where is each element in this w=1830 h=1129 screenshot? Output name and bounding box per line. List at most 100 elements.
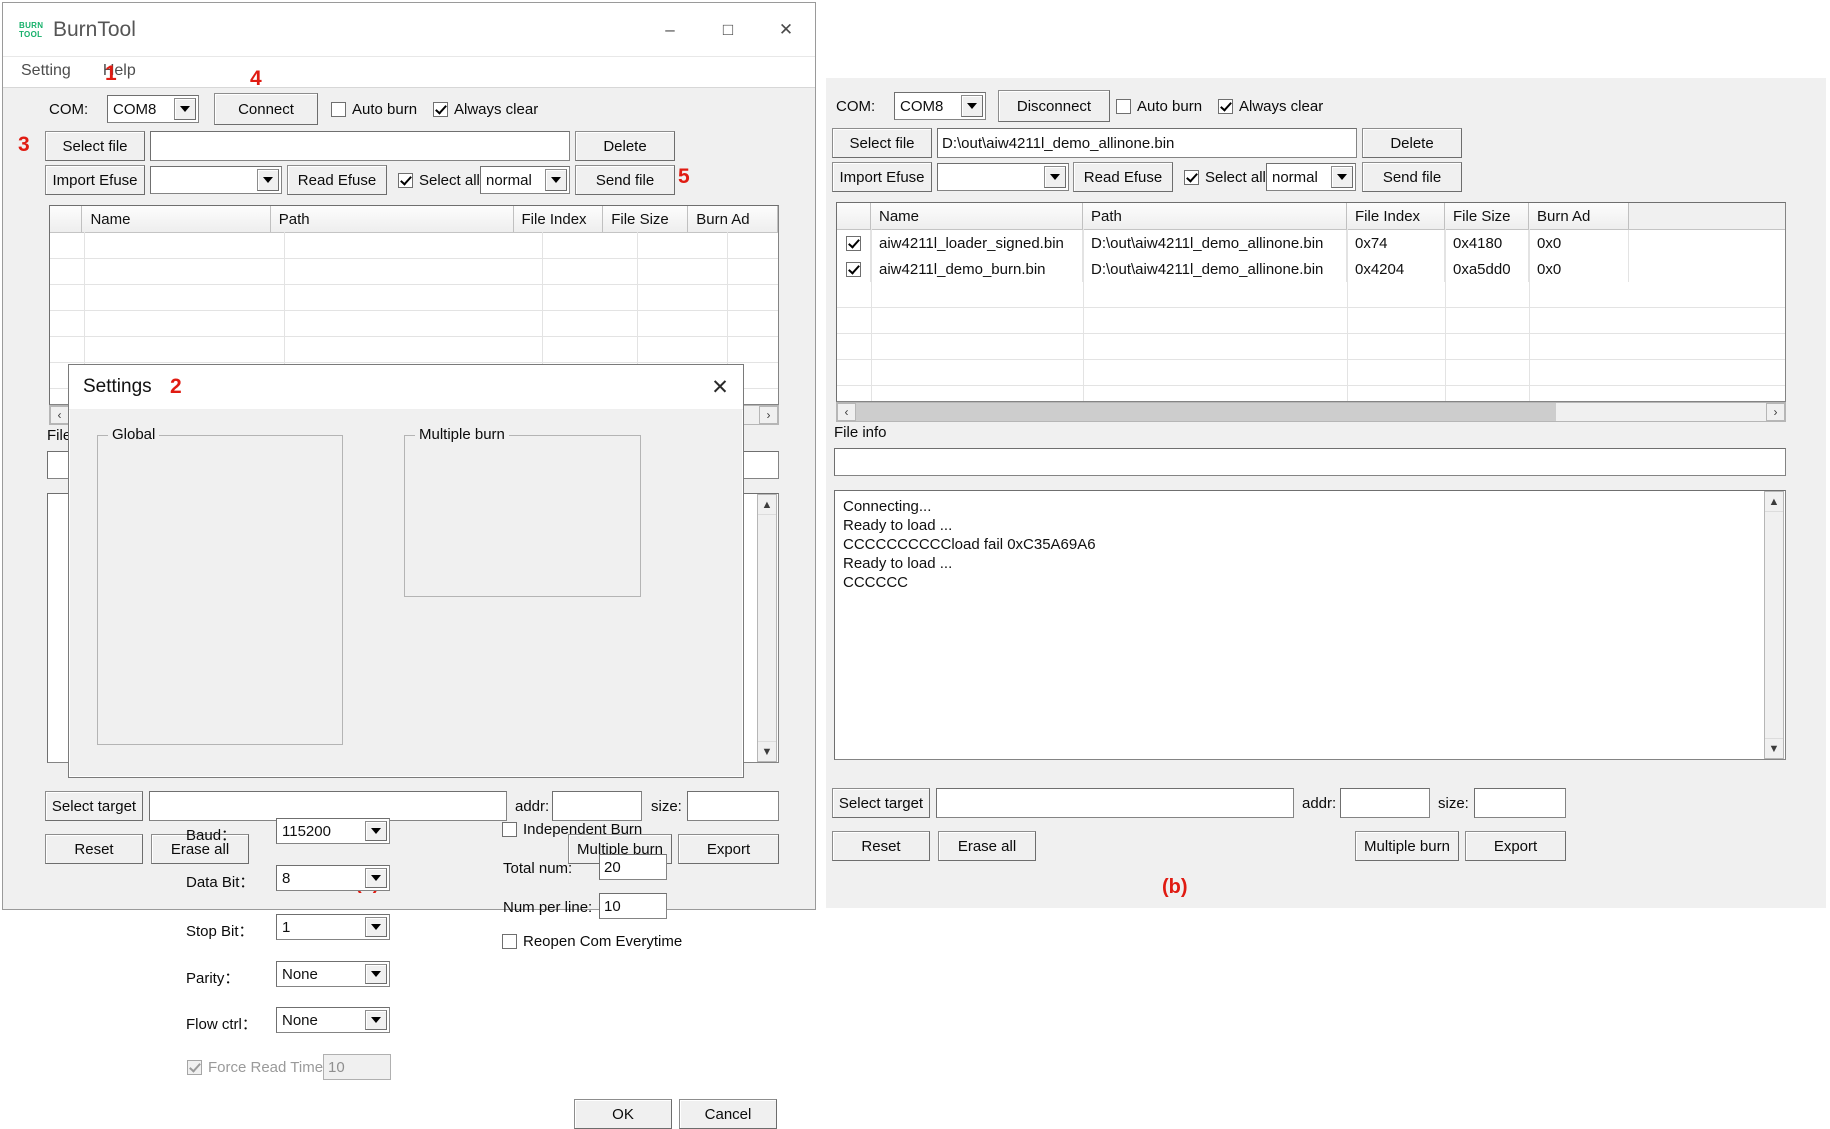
size-input-b[interactable] [1474, 788, 1566, 818]
file-path-input-b[interactable]: D:\out\aiw4211l_demo_allinone.bin [937, 128, 1357, 158]
delete-button-a[interactable]: Delete [575, 131, 675, 161]
reopen-com-checkbox[interactable]: Reopen Com Everytime [502, 933, 682, 950]
read-efuse-button-b[interactable]: Read Efuse [1073, 162, 1173, 192]
efuse-select-a[interactable] [150, 166, 282, 194]
row-checkbox-cell[interactable] [837, 256, 871, 282]
col-file-size-a[interactable]: File Size [603, 206, 688, 232]
erase-all-button-b[interactable]: Erase all [938, 831, 1036, 861]
chevron-down-icon[interactable] [1044, 166, 1066, 188]
chevron-down-icon[interactable] [545, 169, 567, 191]
com-port-select-a[interactable]: COM8 [107, 95, 199, 123]
log-scroll-up-b[interactable]: ▲ [1765, 492, 1783, 512]
efuse-select-b[interactable] [937, 163, 1069, 191]
disconnect-button-b[interactable]: Disconnect [998, 90, 1110, 122]
burn-mode-select-b[interactable]: normal [1266, 163, 1356, 191]
reset-button-b[interactable]: Reset [832, 831, 930, 861]
close-button[interactable]: ✕ [757, 3, 815, 56]
cancel-button[interactable]: Cancel [679, 1099, 777, 1129]
chevron-down-icon[interactable] [1331, 166, 1353, 188]
menu-item-setting[interactable]: Setting [15, 60, 83, 84]
file-path-input-a[interactable] [150, 131, 570, 161]
always-clear-checkbox-b[interactable]: Always clear [1218, 98, 1323, 115]
select-target-button-a[interactable]: Select target [45, 791, 143, 821]
always-clear-box-b[interactable] [1218, 99, 1233, 114]
send-file-button-a[interactable]: Send file [575, 165, 675, 195]
burn-mode-select-a[interactable]: normal [480, 166, 570, 194]
col-path-b[interactable]: Path [1083, 203, 1347, 229]
col-file-index-b[interactable]: File Index [1347, 203, 1445, 229]
col-burn-addr-b[interactable]: Burn Ad [1529, 203, 1629, 229]
log-scroll-up-a[interactable]: ▲ [758, 495, 776, 515]
col-burn-addr-a[interactable]: Burn Ad [688, 206, 778, 232]
hscroll-thumb-b[interactable] [856, 403, 1556, 421]
reset-button-a[interactable]: Reset [45, 834, 143, 864]
log-output-b[interactable]: Connecting... Ready to load ... CCCCCCCC… [834, 490, 1786, 760]
col-path-a[interactable]: Path [271, 206, 514, 232]
log-vscrollbar-a[interactable]: ▲ ▼ [757, 494, 777, 762]
select-file-button-a[interactable]: Select file [45, 131, 145, 161]
maximize-button[interactable]: □ [699, 3, 757, 56]
scroll-right-button-a[interactable]: › [759, 406, 778, 424]
multiple-burn-button-b[interactable]: Multiple burn [1355, 831, 1459, 861]
export-button-a[interactable]: Export [678, 834, 779, 864]
flow-ctrl-select[interactable]: None [276, 1007, 390, 1033]
always-clear-checkbox-a[interactable]: Always clear [433, 101, 538, 118]
chevron-down-icon[interactable] [365, 868, 387, 888]
addr-input-a[interactable] [552, 791, 642, 821]
chevron-down-icon[interactable] [961, 95, 983, 117]
com-port-select-b[interactable]: COM8 [894, 92, 986, 120]
file-list-hscrollbar-b[interactable]: ‹ › [836, 402, 1786, 422]
log-vscrollbar-b[interactable]: ▲ ▼ [1764, 491, 1784, 759]
log-scroll-down-a[interactable]: ▼ [758, 741, 776, 761]
table-row[interactable]: aiw4211l_demo_burn.bin D:\out\aiw4211l_d… [837, 256, 1785, 282]
col-file-size-b[interactable]: File Size [1445, 203, 1529, 229]
chevron-down-icon[interactable] [257, 169, 279, 191]
import-efuse-button-a[interactable]: Import Efuse [45, 165, 145, 195]
auto-burn-checkbox-b[interactable]: Auto burn [1116, 98, 1202, 115]
file-list-b[interactable]: Name Path File Index File Size Burn Ad a… [836, 202, 1786, 402]
connect-button-a[interactable]: Connect [214, 93, 318, 125]
export-button-b[interactable]: Export [1465, 831, 1566, 861]
ok-button[interactable]: OK [574, 1099, 672, 1129]
select-all-checkbox-a[interactable]: Select all [398, 172, 480, 189]
read-efuse-button-a[interactable]: Read Efuse [287, 165, 387, 195]
row-checkbox-cell[interactable] [837, 230, 871, 256]
chevron-down-icon[interactable] [365, 917, 387, 937]
auto-burn-checkbox-a[interactable]: Auto burn [331, 101, 417, 118]
select-all-box-b[interactable] [1184, 170, 1199, 185]
parity-select[interactable]: None [276, 961, 390, 987]
send-file-button-b[interactable]: Send file [1362, 162, 1462, 192]
addr-input-b[interactable] [1340, 788, 1430, 818]
table-row[interactable]: aiw4211l_loader_signed.bin D:\out\aiw421… [837, 230, 1785, 256]
chevron-down-icon[interactable] [365, 821, 387, 841]
row-checkbox[interactable] [846, 236, 861, 251]
col-file-index-a[interactable]: File Index [514, 206, 604, 232]
always-clear-box-a[interactable] [433, 102, 448, 117]
row-checkbox[interactable] [846, 262, 861, 277]
stop-bit-select[interactable]: 1 [276, 914, 390, 940]
import-efuse-button-b[interactable]: Import Efuse [832, 162, 932, 192]
data-bit-select[interactable]: 8 [276, 865, 390, 891]
chevron-down-icon[interactable] [365, 964, 387, 984]
reopen-com-box[interactable] [502, 934, 517, 949]
target-input-b[interactable] [936, 788, 1294, 818]
col-name-b[interactable]: Name [871, 203, 1083, 229]
delete-button-b[interactable]: Delete [1362, 128, 1462, 158]
select-target-button-b[interactable]: Select target [832, 788, 930, 818]
scroll-right-button-b[interactable]: › [1766, 403, 1785, 421]
select-all-checkbox-b[interactable]: Select all [1184, 169, 1266, 186]
size-input-a[interactable] [687, 791, 779, 821]
chevron-down-icon[interactable] [174, 98, 196, 120]
chevron-down-icon[interactable] [365, 1010, 387, 1030]
scroll-left-button-a[interactable]: ‹ [50, 406, 69, 424]
select-all-box-a[interactable] [398, 173, 413, 188]
independent-burn-checkbox[interactable]: Independent Burn [502, 821, 642, 838]
log-scroll-down-b[interactable]: ▼ [1765, 738, 1783, 758]
independent-burn-box[interactable] [502, 822, 517, 837]
total-num-input[interactable]: 20 [599, 854, 667, 880]
auto-burn-box-a[interactable] [331, 102, 346, 117]
num-per-line-input[interactable]: 10 [599, 893, 667, 919]
scroll-left-button-b[interactable]: ‹ [837, 403, 856, 421]
target-input-a[interactable] [149, 791, 507, 821]
auto-burn-box-b[interactable] [1116, 99, 1131, 114]
